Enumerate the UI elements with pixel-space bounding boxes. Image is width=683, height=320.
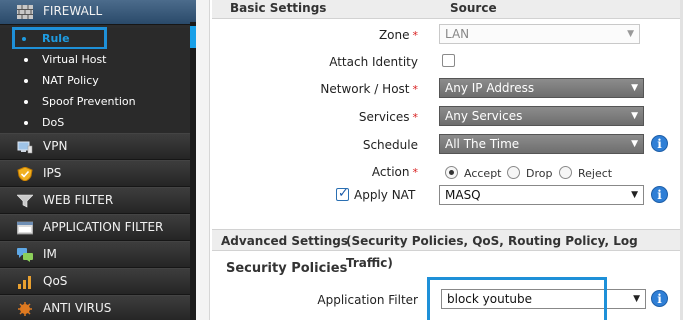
- services-label-text: Services: [358, 110, 410, 124]
- application-filter-info-icon[interactable]: i: [651, 290, 668, 307]
- action-label-text: Action: [371, 165, 410, 179]
- qos-icon: [18, 276, 31, 289]
- ips-shield-icon: [17, 167, 33, 181]
- action-drop-label: Drop: [526, 167, 553, 180]
- basic-settings-header: Basic Settings Source: [212, 0, 680, 19]
- sidebar-item-label: ANTI VIRUS: [43, 301, 112, 315]
- sidebar-item-label: IPS: [43, 166, 62, 180]
- zone-label-text: Zone: [378, 28, 410, 42]
- advanced-settings-detail: (Security Policies, QoS, Routing Policy,…: [346, 234, 638, 270]
- apply-nat-checkbox[interactable]: [336, 186, 349, 201]
- nat-policy-select-value: MASQ: [445, 188, 481, 202]
- network-host-label-text: Network / Host: [320, 82, 410, 96]
- action-drop-radio[interactable]: [507, 166, 520, 179]
- sidebar-subitem-label: NAT Policy: [42, 74, 99, 87]
- sidebar-item-label: IM: [43, 247, 57, 261]
- required-marker: *: [412, 83, 419, 96]
- action-label: Action *: [372, 165, 418, 179]
- chevron-down-icon: ▼: [631, 111, 638, 121]
- sidebar-item-application-filter[interactable]: APPLICATION FILTER: [0, 214, 196, 241]
- sidebar-item-anti-virus[interactable]: ANTI VIRUS: [0, 295, 196, 320]
- advanced-settings-header[interactable]: Advanced Settings (Security Policies, Qo…: [212, 229, 680, 270]
- attach-identity-label: Attach Identity: [329, 55, 418, 69]
- sidebar-subitem-nat-policy[interactable]: NAT Policy: [0, 70, 190, 91]
- basic-settings-title: Basic Settings: [230, 1, 327, 15]
- highlight-box-rule: [12, 27, 107, 50]
- sidebar-subitem-label: Virtual Host: [42, 53, 107, 66]
- chevron-down-icon: ▼: [631, 83, 638, 93]
- im-chat-icon: [17, 248, 33, 262]
- sidebar: FIREWALL Rule Virtual Host NAT Policy Sp…: [0, 0, 196, 320]
- firewall-icon: [17, 5, 33, 19]
- schedule-info-icon[interactable]: i: [651, 135, 668, 152]
- zone-label: Zone *: [379, 28, 418, 42]
- action-accept-label: Accept: [464, 167, 502, 180]
- panel-gutter: [196, 0, 210, 320]
- zone-select[interactable]: LAN ▼: [439, 24, 640, 44]
- application-filter-icon: [17, 221, 33, 235]
- sidebar-item-label: APPLICATION FILTER: [43, 220, 164, 234]
- chevron-down-icon: ▼: [627, 29, 634, 39]
- services-select[interactable]: Any Services ▼: [439, 106, 644, 126]
- sidebar-item-web-filter[interactable]: WEB FILTER: [0, 187, 196, 214]
- schedule-select-value: All The Time: [445, 137, 520, 151]
- sidebar-subitem-virtual-host[interactable]: Virtual Host: [0, 49, 190, 70]
- sidebar-subitem-spoof-prevention[interactable]: Spoof Prevention: [0, 91, 190, 112]
- required-marker: *: [412, 29, 419, 42]
- highlight-box-application-filter: [427, 277, 607, 320]
- source-column-title: Source: [450, 1, 497, 15]
- sidebar-item-firewall-label: FIREWALL: [43, 4, 103, 18]
- application-filter-label: Application Filter: [317, 293, 418, 307]
- chevron-down-icon: ▼: [631, 190, 638, 200]
- sidebar-item-label: WEB FILTER: [43, 193, 114, 207]
- sidebar-item-label: QoS: [43, 274, 68, 288]
- sidebar-subitem-label: DoS: [42, 116, 65, 129]
- services-label: Services *: [359, 110, 418, 124]
- chevron-down-icon: ▼: [633, 294, 640, 304]
- action-accept-radio[interactable]: [445, 166, 458, 179]
- nat-policy-select[interactable]: MASQ ▼: [439, 185, 644, 205]
- sidebar-item-ips[interactable]: IPS: [0, 160, 196, 187]
- action-reject-radio[interactable]: [559, 166, 572, 179]
- schedule-select[interactable]: All The Time ▼: [439, 134, 644, 154]
- zone-select-value: LAN: [445, 27, 470, 41]
- sidebar-item-qos[interactable]: QoS: [0, 268, 196, 295]
- bullet-icon: [24, 58, 28, 62]
- services-select-value: Any Services: [445, 109, 523, 123]
- attach-identity-checkbox[interactable]: [442, 54, 455, 67]
- chevron-down-icon: ▼: [631, 139, 638, 149]
- vpn-icon: [17, 141, 33, 154]
- network-host-label: Network / Host *: [320, 82, 418, 96]
- schedule-label: Schedule: [362, 138, 418, 152]
- sidebar-item-firewall[interactable]: FIREWALL: [0, 0, 196, 25]
- required-marker: *: [412, 111, 419, 124]
- action-reject-label: Reject: [578, 167, 613, 180]
- apply-nat-info-icon[interactable]: i: [651, 186, 668, 203]
- sidebar-item-im[interactable]: IM: [0, 241, 196, 268]
- security-policies-title: Security Policies: [226, 261, 348, 276]
- sidebar-item-label: VPN: [43, 139, 68, 153]
- sidebar-subitem-dos[interactable]: DoS: [0, 112, 190, 133]
- sidebar-subitem-label: Spoof Prevention: [42, 95, 136, 108]
- network-host-select[interactable]: Any IP Address ▼: [439, 78, 644, 98]
- anti-virus-icon: [18, 302, 32, 316]
- network-host-select-value: Any IP Address: [445, 81, 535, 95]
- apply-nat-label: Apply NAT: [354, 188, 416, 202]
- bullet-icon: [24, 121, 28, 125]
- sidebar-item-vpn[interactable]: VPN: [0, 133, 196, 160]
- bullet-icon: [24, 79, 28, 83]
- required-marker: *: [412, 166, 419, 179]
- bullet-icon: [24, 100, 28, 104]
- web-filter-icon: [17, 194, 33, 208]
- advanced-settings-title: Advanced Settings: [221, 234, 349, 248]
